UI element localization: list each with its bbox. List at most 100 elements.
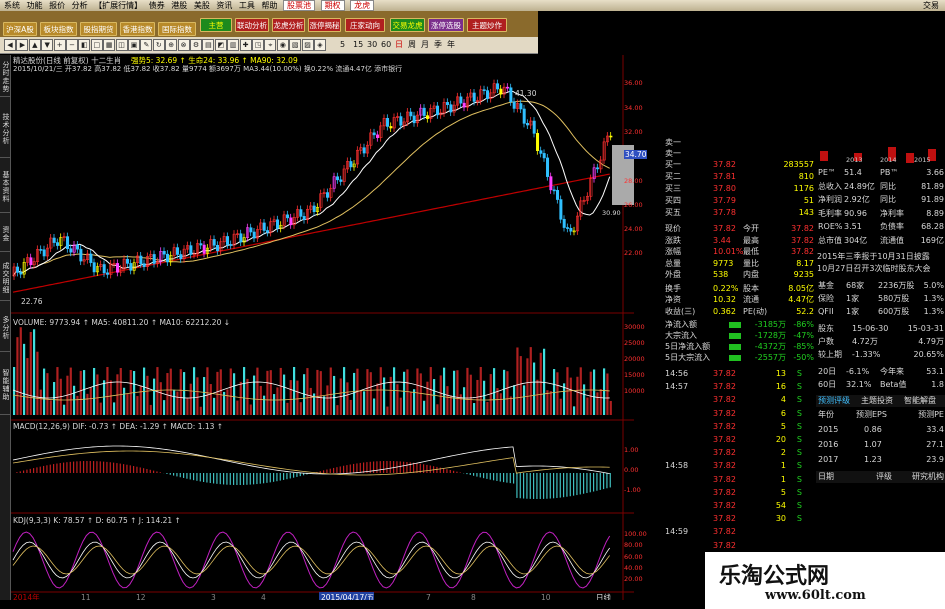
sidebar-tab-3[interactable]: 资金 xyxy=(0,216,10,252)
volume-bar xyxy=(39,389,42,415)
toolbar-icon-21[interactable]: ⌖ xyxy=(264,39,277,51)
sidebar-tab-4[interactable]: 成交明细 xyxy=(0,255,10,301)
forecast-tab-0[interactable]: 预测评级 xyxy=(818,395,850,407)
toolbar-button-12[interactable]: 主题炒作 xyxy=(467,18,507,32)
forecast-tab-1[interactable]: 主题投资 xyxy=(861,395,893,407)
toolbar-button-6[interactable]: 联动分析 xyxy=(235,18,269,32)
macd-bar xyxy=(279,473,281,481)
volume-bar xyxy=(139,385,142,415)
volume-bar xyxy=(536,379,539,415)
perf-label: 20日 xyxy=(818,367,837,376)
flow-bar xyxy=(729,322,741,328)
sidebar-tab-5[interactable]: 多分析 xyxy=(0,304,10,352)
candle-body xyxy=(262,222,266,231)
menu-item-news[interactable]: 资讯 xyxy=(212,0,232,11)
toolbar-icon-10[interactable]: ▣ xyxy=(128,39,140,51)
macd-bar xyxy=(493,473,495,481)
toolbar-button-9[interactable]: 庄家动向 xyxy=(345,18,385,32)
toolbar-button-0[interactable]: 沪深A股 xyxy=(3,22,37,36)
volume-bar xyxy=(479,367,482,415)
period-tab-15[interactable]: 15 xyxy=(353,39,363,51)
toolbar-button-7[interactable]: 龙虎分析 xyxy=(272,18,305,32)
toolbar-button-2[interactable]: 股指期货 xyxy=(80,22,117,36)
menu-item-us[interactable]: 美股 xyxy=(190,0,210,11)
toolbar-icon-1[interactable]: ▶ xyxy=(16,39,29,51)
fin-label2: 负债率 xyxy=(880,222,904,231)
toolbar-icon-8[interactable]: ▦ xyxy=(103,39,116,51)
toolbar-button-5[interactable]: 主营 xyxy=(200,18,232,32)
macd-bar xyxy=(33,468,35,473)
toolbar-button-3[interactable]: 香港指数 xyxy=(120,22,155,36)
macd-bar xyxy=(46,465,48,473)
menu-item-bond[interactable]: 债券 xyxy=(145,0,165,11)
toolbar-icon-4[interactable]: + xyxy=(53,39,66,51)
toolbar-icon-25[interactable]: ◈ xyxy=(314,39,326,51)
toolbar-icon-15[interactable]: ⚙ xyxy=(190,39,202,51)
toolbar-icon-11[interactable]: ✎ xyxy=(140,39,153,51)
volume-bar xyxy=(159,382,162,415)
volume-bar xyxy=(533,362,536,415)
forecast-tab-2[interactable]: 智能解盘 xyxy=(904,395,936,407)
toolbar-icon-13[interactable]: ⊕ xyxy=(165,39,178,51)
period-tab-周[interactable]: 周 xyxy=(408,39,416,51)
toolbar-button-8[interactable]: 涨停揭秘 xyxy=(308,18,341,32)
menu-item-tools[interactable]: 工具 xyxy=(235,0,255,11)
toolbar-icon-0[interactable]: ◀ xyxy=(4,39,16,51)
options-button[interactable]: 期权 xyxy=(320,0,345,11)
toolbar-button-10[interactable]: 交易龙虎 xyxy=(390,18,425,32)
toolbar-icon-18[interactable]: ▥ xyxy=(227,39,240,51)
toolbar-icon-17[interactable]: ◩ xyxy=(214,39,227,51)
toolbar-icon-3[interactable]: ▼ xyxy=(41,39,54,51)
fc-year: 2017 xyxy=(818,455,839,464)
period-tab-年[interactable]: 年 xyxy=(447,39,455,51)
candle-body xyxy=(372,132,376,136)
toolbar-icon-2[interactable]: ▲ xyxy=(28,39,41,51)
toolbar-icon-5[interactable]: − xyxy=(66,39,78,51)
dragon-tiger-button[interactable]: 龙虎 xyxy=(350,0,375,11)
volume-bar xyxy=(119,368,122,415)
toolbar-icon-6[interactable]: ◧ xyxy=(78,39,91,51)
menu-item-system[interactable]: 系统 xyxy=(0,0,20,11)
toolbar-icon-24[interactable]: ▨ xyxy=(301,39,314,51)
stock-pool-button[interactable]: 股票池 xyxy=(283,0,316,11)
sidebar-tab-2[interactable]: 基本资料 xyxy=(0,161,10,213)
volume-bar xyxy=(423,400,426,415)
trade-menu[interactable]: 交易 xyxy=(919,0,939,11)
quote-row: 现价 37.82 今开 37.82 xyxy=(663,223,816,235)
toolbar-icon-9[interactable]: ◫ xyxy=(115,39,128,51)
toolbar-icon-23[interactable]: ▧ xyxy=(289,39,302,51)
sidebar-tab-0[interactable]: 分时走势 xyxy=(0,57,10,97)
sidebar-tab-6[interactable]: 智能辅助 xyxy=(0,355,10,415)
period-tab-日[interactable]: 日 xyxy=(395,39,403,51)
toolbar-icon-22[interactable]: ◉ xyxy=(276,39,289,51)
toolbar-icon-20[interactable]: ◳ xyxy=(252,39,264,51)
toolbar-icon-19[interactable]: ✚ xyxy=(239,39,252,51)
period-tab-季[interactable]: 季 xyxy=(434,39,442,51)
menu-item-help[interactable]: 帮助 xyxy=(257,0,277,11)
menu-item-hk[interactable]: 港股 xyxy=(167,0,187,11)
price-axis-label: 22.00 xyxy=(624,249,643,257)
year-label: 2013 xyxy=(846,156,863,164)
macd-bar xyxy=(429,465,431,473)
macd-bar xyxy=(406,461,408,473)
menu-item-analysis[interactable]: 分析 xyxy=(68,0,88,11)
menu-item-quote[interactable]: 报价 xyxy=(45,0,65,11)
toolbar-icon-14[interactable]: ⊗ xyxy=(177,39,190,51)
menu-item-function[interactable]: 功能 xyxy=(23,0,43,11)
menu-item-extended[interactable]: 【扩展行情】 xyxy=(90,0,142,11)
quote-label2: 今开 xyxy=(743,224,759,233)
quote-row: 外盘 538 内盘 9235 xyxy=(663,269,816,281)
toolbar-button-11[interactable]: 涨停选股 xyxy=(428,18,464,32)
toolbar-icon-12[interactable]: ↻ xyxy=(152,39,165,51)
period-tab-30[interactable]: 30 xyxy=(367,39,377,51)
toolbar-button-1[interactable]: 板块指数 xyxy=(40,22,77,36)
volume-bar xyxy=(56,367,59,415)
period-tab-5[interactable]: 5 xyxy=(340,39,345,51)
sidebar-tab-1[interactable]: 技术分析 xyxy=(0,100,10,158)
volume-bar xyxy=(503,369,506,415)
toolbar-button-4[interactable]: 国际指数 xyxy=(158,22,196,36)
period-tab-60[interactable]: 60 xyxy=(381,39,391,51)
toolbar-icon-7[interactable]: □ xyxy=(90,39,103,51)
toolbar-icon-16[interactable]: ▤ xyxy=(202,39,215,51)
period-tab-月[interactable]: 月 xyxy=(421,39,429,51)
